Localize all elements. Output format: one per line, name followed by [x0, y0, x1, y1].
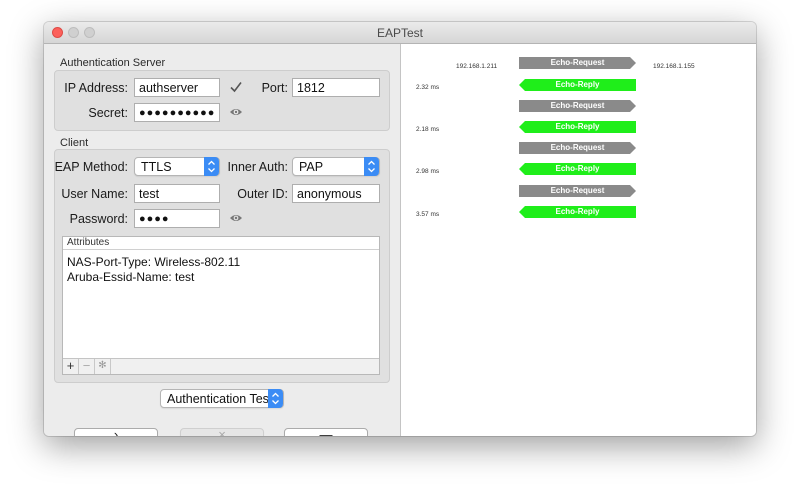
port-label: Port:: [261, 81, 288, 95]
updown-chevron-icon: [204, 157, 219, 176]
server-group-title: Authentication Server: [60, 57, 166, 69]
clear-button[interactable]: —: [284, 428, 368, 436]
attribute-line[interactable]: Aruba-Essid-Name: test: [67, 270, 194, 284]
port-field[interactable]: 1812: [292, 78, 380, 97]
checkmark-icon: [230, 82, 242, 93]
ip-address-label: IP Address:: [64, 81, 128, 95]
client-ip-label: 192.168.1.211: [456, 63, 498, 70]
eye-icon[interactable]: [229, 107, 243, 117]
echo-request-label: Echo-Request: [550, 101, 605, 110]
packet-trace-panel: 192.168.1.211 192.168.1.155 Echo-Request…: [400, 44, 756, 436]
timing-label: 2.18 ms: [416, 126, 440, 133]
remove-attribute-button[interactable]: −: [79, 359, 95, 374]
echo-request-label: Echo-Request: [550, 58, 605, 67]
timing-label: 2.32 ms: [416, 84, 440, 91]
echo-reply-packet: Echo-Reply: [519, 79, 636, 91]
eap-method-label: EAP Method:: [54, 160, 128, 174]
attributes-toolbar: + − ✻: [63, 358, 379, 374]
echo-request-packet: Echo-Request: [519, 185, 636, 197]
echo-request-label: Echo-Request: [550, 186, 605, 195]
eap-method-select[interactable]: TTLS: [134, 157, 220, 176]
echo-request-packet: Echo-Request: [519, 100, 636, 112]
stop-test-button[interactable]: ×: [180, 428, 264, 436]
echo-reply-packet: Echo-Reply: [519, 121, 636, 133]
inner-auth-select[interactable]: PAP: [292, 157, 380, 176]
secret-label: Secret:: [88, 106, 128, 120]
title-bar[interactable]: EAPTest: [44, 22, 756, 44]
server-ip-label: 192.168.1.155: [653, 63, 695, 70]
run-test-button[interactable]: ›: [74, 428, 158, 436]
outer-id-label: Outer ID:: [237, 187, 288, 201]
password-field[interactable]: ●●●●: [134, 209, 220, 228]
test-type-value: Authentication Test: [167, 392, 273, 406]
ip-address-field[interactable]: authserver: [134, 78, 220, 97]
echo-reply-label: Echo-Reply: [555, 122, 600, 131]
username-label: User Name:: [61, 187, 128, 201]
echo-request-packet: Echo-Request: [519, 57, 636, 69]
secret-field[interactable]: ●●●●●●●●●●: [134, 103, 220, 122]
main-window: EAPTest Authentication Server IP Address…: [44, 22, 756, 436]
client-group-title: Client: [60, 137, 89, 149]
updown-chevron-icon: [364, 157, 379, 176]
add-attribute-button[interactable]: +: [63, 359, 79, 374]
eye-icon[interactable]: [229, 213, 243, 223]
test-type-select[interactable]: Authentication Test: [160, 389, 284, 408]
settings-panel: Authentication Server IP Address: authse…: [44, 44, 400, 436]
timing-label: 3.57 ms: [416, 211, 440, 218]
echo-reply-packet: Echo-Reply: [519, 163, 636, 175]
window-title: EAPTest: [376, 26, 424, 40]
attribute-line[interactable]: NAS-Port-Type: Wireless-802.11: [67, 255, 240, 269]
password-label: Password:: [69, 212, 128, 226]
echo-request-packet: Echo-Request: [519, 142, 636, 154]
echo-reply-label: Echo-Reply: [555, 164, 600, 173]
echo-reply-label: Echo-Reply: [555, 207, 600, 216]
eap-method-value: TTLS: [141, 160, 172, 174]
attribute-gear-button[interactable]: ✻: [95, 359, 111, 374]
attributes-list[interactable]: Attributes NAS-Port-Type: Wireless-802.1…: [62, 236, 380, 375]
inner-auth-label: Inner Auth:: [227, 160, 288, 174]
username-field[interactable]: test: [134, 184, 220, 203]
timing-label: 2.98 ms: [416, 168, 440, 175]
echo-reply-packet: Echo-Reply: [519, 206, 636, 218]
outer-id-field[interactable]: anonymous: [292, 184, 380, 203]
inner-auth-value: PAP: [299, 160, 324, 174]
attributes-header: Attributes: [63, 237, 379, 250]
echo-reply-label: Echo-Reply: [555, 80, 600, 89]
echo-request-label: Echo-Request: [550, 143, 605, 152]
updown-chevron-icon: [268, 389, 283, 408]
